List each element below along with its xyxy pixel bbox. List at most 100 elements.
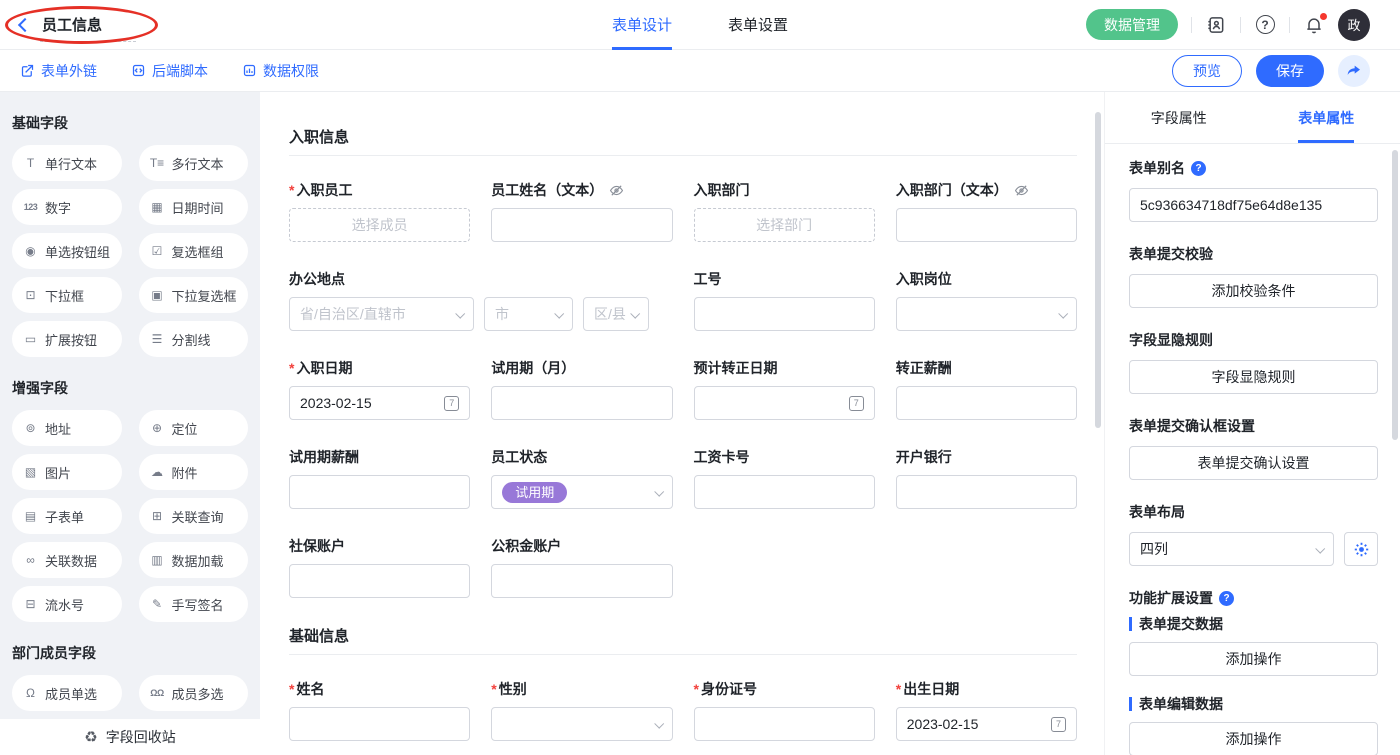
- field-type-pill[interactable]: T≡多行文本: [139, 145, 249, 181]
- canvas-scrollbar[interactable]: [1095, 112, 1101, 428]
- save-button[interactable]: 保存: [1256, 55, 1324, 87]
- date-input[interactable]: 7: [694, 386, 875, 420]
- field-type-pill[interactable]: ☰分割线: [139, 321, 249, 357]
- field-type-icon: ⊡: [23, 288, 38, 302]
- date-input[interactable]: 2023-02-157: [896, 707, 1077, 741]
- form-title[interactable]: 员工信息: [42, 14, 102, 35]
- toolbar-link-permission[interactable]: 数据权限: [242, 61, 319, 81]
- text-input[interactable]: [896, 386, 1077, 420]
- required-asterisk: *: [896, 681, 901, 697]
- text-input[interactable]: [896, 208, 1077, 242]
- toolbar-link-external[interactable]: 表单外链: [20, 61, 97, 81]
- help-icon[interactable]: ?: [1191, 161, 1206, 176]
- share-button[interactable]: [1338, 55, 1370, 87]
- add-validation-button[interactable]: 添加校验条件: [1129, 274, 1378, 308]
- field-type-pill[interactable]: ▦日期时间: [139, 189, 249, 225]
- field-type-pill[interactable]: ✎手写签名: [139, 586, 249, 622]
- divider: [1191, 17, 1192, 33]
- layout-settings-button[interactable]: [1344, 532, 1378, 566]
- field-type-pill[interactable]: ΩΩ成员多选: [139, 675, 249, 711]
- field-type-icon: ⊚: [23, 421, 38, 435]
- field-type-icon: ▧: [23, 465, 38, 479]
- form-field: 试用期薪酬: [289, 447, 470, 509]
- data-manage-button[interactable]: 数据管理: [1086, 9, 1178, 40]
- preview-button[interactable]: 预览: [1172, 55, 1242, 87]
- address-select[interactable]: 市: [484, 297, 573, 331]
- text-input[interactable]: [491, 208, 672, 242]
- help-icon[interactable]: ?: [1219, 591, 1234, 606]
- address-select[interactable]: 省/自治区/直辖市: [289, 297, 474, 331]
- field-type-pill[interactable]: ▥数据加载: [139, 542, 249, 578]
- field-type-pill[interactable]: ⊟流水号: [12, 586, 122, 622]
- field-type-pill[interactable]: ▣下拉复选框: [139, 277, 249, 313]
- field-type-pill[interactable]: 123数字: [12, 189, 122, 225]
- add-action-button-edit[interactable]: 添加操作: [1129, 722, 1378, 755]
- text-input[interactable]: [289, 475, 470, 509]
- field-type-pill[interactable]: ⊕定位: [139, 410, 249, 446]
- field-type-pill[interactable]: ▤子表单: [12, 498, 122, 534]
- field-label: *出生日期: [896, 679, 1077, 699]
- field-type-icon: ▦: [150, 200, 165, 214]
- address-select[interactable]: 区/县: [583, 297, 649, 331]
- field-type-label: 数据加载: [172, 551, 224, 570]
- field-type-pill[interactable]: ∞关联数据: [12, 542, 122, 578]
- tab-field-properties[interactable]: 字段属性: [1105, 92, 1253, 143]
- sidebar-group-title: 基础字段: [12, 113, 248, 133]
- toolbar-link-script[interactable]: 后端脚本: [131, 61, 208, 81]
- field-type-label: 关联查询: [172, 507, 224, 526]
- field-type-pill[interactable]: ◉单选按钮组: [12, 233, 122, 269]
- text-input[interactable]: [289, 564, 470, 598]
- submit-confirm-label: 表单提交确认框设置: [1129, 416, 1378, 436]
- panel-scrollbar[interactable]: [1392, 150, 1398, 440]
- field-type-pill[interactable]: T单行文本: [12, 145, 122, 181]
- field-type-pill[interactable]: ⊚地址: [12, 410, 122, 446]
- field-type-icon: ⊞: [150, 509, 165, 523]
- text-input[interactable]: 选择成员: [289, 208, 470, 242]
- status-select[interactable]: 试用期: [491, 475, 672, 509]
- text-input[interactable]: 选择部门: [694, 208, 875, 242]
- form-field: 公积金账户: [491, 536, 672, 598]
- field-type-label: 多行文本: [172, 154, 224, 173]
- help-icon[interactable]: ?: [1254, 14, 1276, 36]
- field-type-pill[interactable]: ☑复选框组: [139, 233, 249, 269]
- add-action-button-submit[interactable]: 添加操作: [1129, 642, 1378, 676]
- field-type-pill[interactable]: ▧图片: [12, 454, 122, 490]
- form-layout-label: 表单布局: [1129, 502, 1378, 522]
- text-input[interactable]: [694, 707, 875, 741]
- tab-form-settings[interactable]: 表单设置: [728, 0, 788, 50]
- field-label: 公积金账户: [491, 536, 672, 556]
- field-type-pill[interactable]: Ω成员单选: [12, 675, 122, 711]
- tab-form-design[interactable]: 表单设计: [612, 0, 672, 50]
- date-input[interactable]: 2023-02-157: [289, 386, 470, 420]
- field-recycle-bin[interactable]: ♻ 字段回收站: [0, 719, 260, 755]
- field-label: 开户银行: [896, 447, 1077, 467]
- contact-book-icon[interactable]: [1205, 14, 1227, 36]
- tab-form-properties[interactable]: 表单属性: [1253, 92, 1400, 143]
- field-type-pill[interactable]: ▭扩展按钮: [12, 321, 122, 357]
- text-input[interactable]: [896, 475, 1077, 509]
- form-field: 工号: [694, 269, 875, 331]
- text-input[interactable]: [694, 297, 875, 331]
- submit-confirm-button[interactable]: 表单提交确认设置: [1129, 446, 1378, 480]
- text-input[interactable]: [491, 386, 672, 420]
- back-icon[interactable]: [18, 17, 32, 31]
- field-visibility-button[interactable]: 字段显隐规则: [1129, 360, 1378, 394]
- field-type-pill[interactable]: ⊡下拉框: [12, 277, 122, 313]
- chevron-down-icon: [1315, 543, 1325, 553]
- select-input[interactable]: [896, 297, 1077, 331]
- text-input[interactable]: [491, 564, 672, 598]
- form-alias-input[interactable]: [1129, 188, 1378, 222]
- avatar[interactable]: 政: [1338, 9, 1370, 41]
- field-type-icon: Ω: [23, 686, 38, 700]
- field-type-pill[interactable]: ⊞ 关联查询: [139, 498, 249, 534]
- field-type-icon: ⊟: [23, 597, 38, 611]
- field-type-icon: ▣: [150, 288, 165, 302]
- text-input[interactable]: [289, 707, 470, 741]
- field-type-pill[interactable]: ☁附件: [139, 454, 249, 490]
- notification-bell-icon[interactable]: [1303, 14, 1325, 36]
- text-input[interactable]: [694, 475, 875, 509]
- edit-data-label: 表单编辑数据: [1129, 694, 1378, 714]
- sidebar-group-title: 增强字段: [12, 378, 248, 398]
- select-input[interactable]: [491, 707, 672, 741]
- form-layout-select[interactable]: 四列: [1129, 532, 1334, 566]
